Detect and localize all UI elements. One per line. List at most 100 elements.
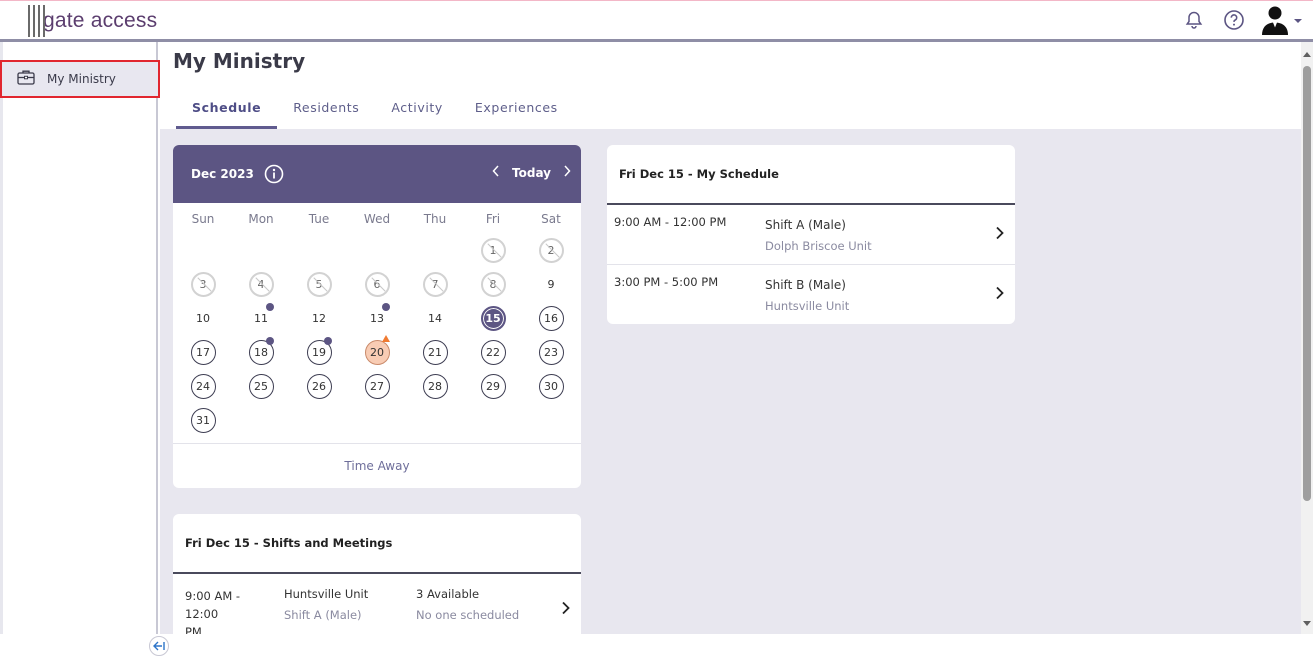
chevron-right-icon[interactable] <box>995 225 1005 244</box>
sidebar: My Ministry <box>0 42 169 656</box>
calendar-day-cell: 11 <box>232 301 290 335</box>
logo-mark <box>26 5 46 37</box>
help-icon[interactable] <box>1221 7 1247 33</box>
calendar-day-cell: 16 <box>522 301 580 335</box>
calendar-day[interactable]: 1 <box>480 237 506 263</box>
calendar-day-cell: 2 <box>522 233 580 267</box>
shift-name: Shift A (Male) <box>284 608 362 622</box>
scroll-down-icon[interactable] <box>1303 621 1311 626</box>
calendar-month-label: Dec 2023 <box>191 167 254 181</box>
briefcase-icon <box>17 69 35 89</box>
weekday-label: Sat <box>541 212 561 226</box>
calendar-day[interactable]: 30 <box>538 373 564 399</box>
chevron-right-icon[interactable] <box>995 285 1005 304</box>
calendar-day-cell: 21 <box>406 335 464 369</box>
weekday-label: Mon <box>248 212 274 226</box>
event-dot-icon <box>382 303 390 311</box>
calendar-day[interactable]: 9 <box>539 272 564 297</box>
calendar-empty-cell <box>348 233 406 267</box>
shift-unit: Huntsville Unit <box>284 587 369 601</box>
calendar-day[interactable]: 16 <box>538 305 564 331</box>
calendar-day-cell: 12 <box>290 301 348 335</box>
calendar-day[interactable]: 22 <box>480 339 506 365</box>
calendar-day-cell: 19 <box>290 335 348 369</box>
calendar-day-cell: 3 <box>174 267 232 301</box>
calendar-day-cell: 1 <box>464 233 522 267</box>
event-dot-icon <box>324 337 332 345</box>
chevron-right-icon[interactable] <box>561 600 571 619</box>
schedule-shift-name: Shift B (Male) <box>765 278 846 292</box>
tab-schedule[interactable]: Schedule <box>176 93 278 129</box>
calendar-day[interactable]: 21 <box>422 339 448 365</box>
calendar-day[interactable]: 23 <box>538 339 564 365</box>
calendar-day-cell: 31 <box>174 403 232 437</box>
calendar-day-cell: 25 <box>232 369 290 403</box>
calendar-empty-cell <box>174 233 232 267</box>
calendar-day[interactable]: 7 <box>422 271 448 297</box>
page-scrollbar[interactable] <box>1301 42 1313 634</box>
shift-available: 3 Available <box>416 587 480 601</box>
calendar-day[interactable]: 2 <box>538 237 564 263</box>
calendar-day[interactable]: 5 <box>306 271 332 297</box>
calendar-day[interactable]: 17 <box>190 339 216 365</box>
calendar-day[interactable]: 20 <box>364 339 390 365</box>
calendar-day[interactable]: 12 <box>307 306 332 331</box>
calendar-day[interactable]: 27 <box>364 373 390 399</box>
tab-bar: Schedule Residents Activity Experiences <box>176 93 574 129</box>
time-away-link[interactable]: Time Away <box>173 443 581 488</box>
shift-row[interactable]: 9:00 AM - 12:00 PM Huntsville Unit Shift… <box>173 574 581 634</box>
calendar-day-cell: 27 <box>348 369 406 403</box>
calendar-day[interactable]: 4 <box>248 271 274 297</box>
shift-scheduled: No one scheduled <box>416 608 520 622</box>
today-button[interactable]: Today <box>512 166 551 180</box>
bell-icon[interactable] <box>1181 7 1207 33</box>
event-dot-icon <box>266 337 274 345</box>
calendar-day[interactable]: 25 <box>248 373 274 399</box>
calendar-day-cell: 9 <box>522 267 580 301</box>
collapse-sidebar-icon[interactable] <box>149 636 169 656</box>
event-dot-icon <box>266 303 274 311</box>
calendar-day[interactable]: 24 <box>190 373 216 399</box>
top-bar: gate access <box>0 0 1313 42</box>
chevron-right-icon[interactable] <box>563 165 571 180</box>
tab-activity[interactable]: Activity <box>375 93 459 129</box>
calendar-day-cell: 24 <box>174 369 232 403</box>
calendar-empty-cell <box>290 233 348 267</box>
logo[interactable]: gate access <box>26 5 157 37</box>
calendar-day[interactable]: 10 <box>191 306 216 331</box>
calendar-day[interactable]: 14 <box>423 306 448 331</box>
calendar-day[interactable]: 3 <box>190 271 216 297</box>
calendar-header: Dec 2023 Today <box>173 145 581 203</box>
calendar-day-cell: 5 <box>290 267 348 301</box>
page-title: My Ministry <box>173 49 306 73</box>
calendar-day[interactable]: 8 <box>480 271 506 297</box>
scroll-up-icon[interactable] <box>1303 52 1311 57</box>
calendar-card: Dec 2023 Today Sun Mon Tue Wed Thu Fri S… <box>173 145 581 488</box>
weekday-label: Thu <box>423 212 447 226</box>
schedule-row[interactable]: 3:00 PM - 5:00 PM Shift B (Male) Huntsvi… <box>607 265 1015 324</box>
calendar-day[interactable]: 15 <box>480 305 506 331</box>
calendar-day[interactable]: 29 <box>480 373 506 399</box>
calendar-day[interactable]: 31 <box>190 407 216 433</box>
sidebar-item-my-ministry[interactable]: My Ministry <box>0 60 160 98</box>
calendar-day[interactable]: 6 <box>364 271 390 297</box>
weekday-row: Sun Mon Tue Wed Thu Fri Sat <box>174 212 581 232</box>
schedule-row[interactable]: 9:00 AM - 12:00 PM Shift A (Male) Dolph … <box>607 205 1015 265</box>
weekday-label: Fri <box>485 212 501 226</box>
scrollbar-thumb[interactable] <box>1303 66 1311 501</box>
calendar-grid: 1 2 3 4 5 6 7 8 9 10 11 12 13 14 15 16 17 18 19 20 21 22 23 24 2… <box>174 233 581 437</box>
avatar[interactable] <box>1261 6 1303 35</box>
calendar-day[interactable]: 26 <box>306 373 332 399</box>
calendar-empty-cell <box>232 233 290 267</box>
calendar-day-cell: 28 <box>406 369 464 403</box>
shift-time: 9:00 AM - 12:00 PM <box>185 587 275 634</box>
chevron-left-icon[interactable] <box>492 165 500 180</box>
schedule-shift-name: Shift A (Male) <box>765 218 846 232</box>
calendar-day[interactable]: 28 <box>422 373 448 399</box>
calendar-day-cell: 30 <box>522 369 580 403</box>
tab-residents[interactable]: Residents <box>277 93 375 129</box>
tab-experiences[interactable]: Experiences <box>459 93 574 129</box>
info-icon[interactable] <box>264 164 284 184</box>
calendar-day-cell: 17 <box>174 335 232 369</box>
calendar-day-cell: 22 <box>464 335 522 369</box>
